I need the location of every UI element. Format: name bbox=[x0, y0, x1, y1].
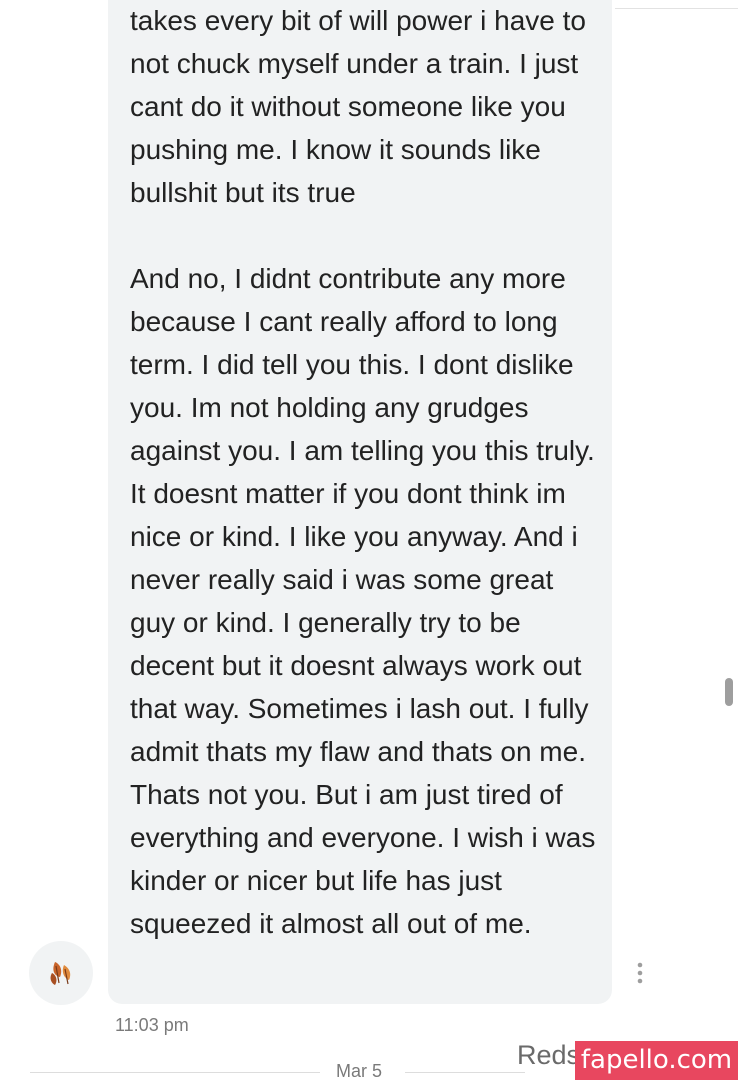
message-text: takes every bit of will power i have to … bbox=[130, 0, 600, 945]
more-vertical-icon bbox=[637, 962, 643, 984]
chat-screen: takes every bit of will power i have to … bbox=[0, 0, 738, 1080]
message-paragraph: And no, I didnt contribute any more beca… bbox=[130, 263, 604, 939]
divider bbox=[615, 8, 738, 9]
message-paragraph: takes every bit of will power i have to … bbox=[130, 5, 594, 208]
date-divider-line bbox=[30, 1072, 320, 1073]
date-separator: Mar 5 bbox=[336, 1061, 383, 1080]
autumn-leaves-icon bbox=[50, 962, 71, 985]
avatar[interactable] bbox=[29, 941, 93, 1005]
scrollbar-thumb[interactable] bbox=[725, 678, 733, 706]
message-timestamp: 11:03 pm bbox=[115, 1015, 189, 1035]
next-message-sender: Reds bbox=[517, 1040, 577, 1070]
watermark: fapello.com bbox=[575, 1041, 738, 1080]
more-options-button[interactable] bbox=[628, 958, 652, 988]
date-divider-line bbox=[405, 1072, 525, 1073]
